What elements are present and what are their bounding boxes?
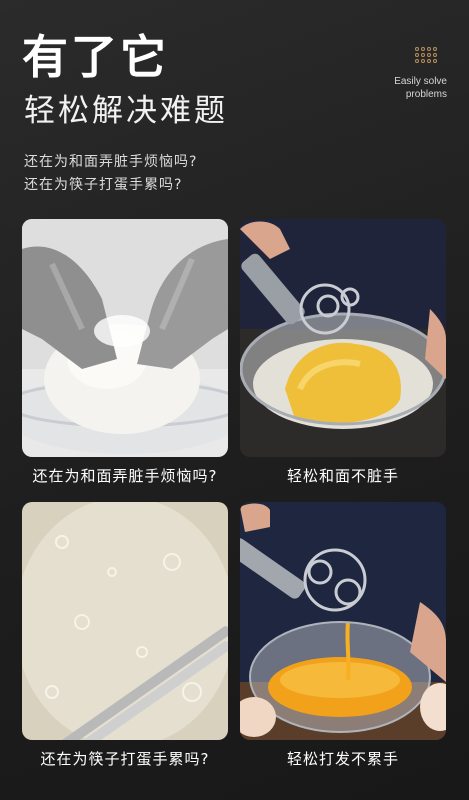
brand-badge: Easily solve problems: [337, 36, 447, 101]
subheadline: 轻松解决难题: [24, 93, 228, 129]
headline: 有了它: [22, 30, 169, 84]
brand-text-line1: Easily solve: [394, 76, 447, 87]
brand-text-line2: problems: [405, 89, 447, 100]
caption-3: 还在为筷子打蛋手累吗?: [40, 750, 210, 768]
question-2: 还在为筷子打蛋手累吗?: [24, 177, 183, 193]
question-1: 还在为和面弄脏手烦恼吗?: [24, 154, 198, 170]
caption-2: 轻松和面不脏手: [286, 467, 399, 485]
photo-chopsticks-whisking: [22, 502, 228, 740]
brand-text: Easily solve problems: [337, 75, 447, 101]
photo-whisk-beating-eggs: [240, 502, 446, 740]
dot-grid-icon: [415, 47, 437, 63]
photo-dough-whisk-mixing: [240, 219, 446, 457]
caption-1: 还在为和面弄脏手烦恼吗?: [32, 467, 218, 485]
photo-hands-kneading-flour: [22, 219, 228, 457]
caption-4: 轻松打发不累手: [286, 750, 399, 768]
